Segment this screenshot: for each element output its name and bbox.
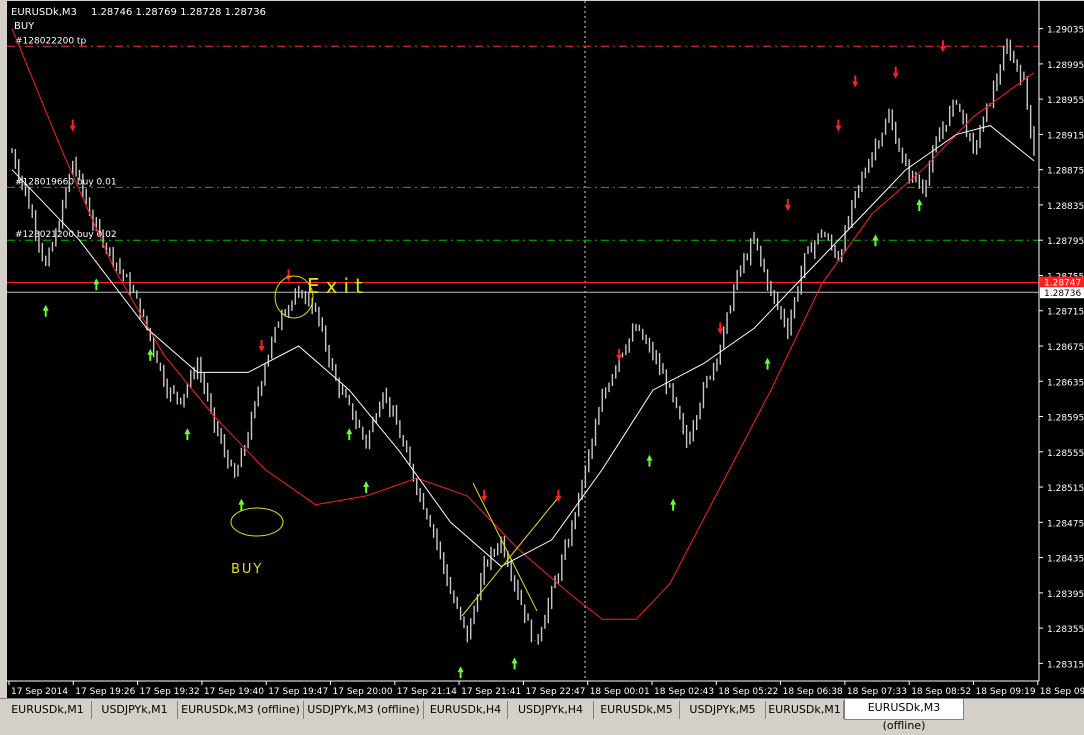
time-tick-label: 18 Sep 02:43 (654, 687, 714, 697)
price-tick-label: 1.28355 (1047, 625, 1084, 635)
price-tick-label: 1.28955 (1047, 96, 1084, 106)
tab-8[interactable]: EURUSDk,M1 (766, 701, 844, 719)
price-tick-label: 1.28555 (1047, 449, 1084, 459)
ohlc-readout: 1.28746 1.28769 1.28728 1.28736 (91, 7, 266, 18)
price-tick-label: 1.28515 (1047, 484, 1084, 494)
tab-6[interactable]: EURUSDk,M5 (594, 701, 680, 719)
time-tick-label: 17 Sep 19:26 (75, 687, 135, 697)
time-tick-label: 17 Sep 21:14 (397, 687, 457, 697)
tab-2[interactable]: EURUSDk,M3 (offline) (178, 701, 304, 719)
sell-arrow-icon (717, 322, 724, 335)
price-tick-label: 1.28315 (1047, 660, 1084, 670)
tab-7[interactable]: USDJPYk,M5 (680, 701, 766, 719)
time-tick-label: 18 Sep 00:01 (590, 687, 650, 697)
price-tick-label: 1.28595 (1047, 414, 1084, 424)
ask-price-label: 1.28747 (1044, 279, 1081, 289)
trend-line-up (461, 498, 558, 617)
tab-9[interactable]: EURUSDk,M3 (offline) (844, 699, 964, 732)
sell-arrow-icon (939, 40, 946, 53)
price-chart[interactable]: #128022200 tp #128019660 buy 0.01 #1280212… (7, 1, 1084, 698)
bid-price-label: 1.28736 (1044, 289, 1081, 299)
sell-arrow-icon (892, 66, 899, 79)
tab-1[interactable]: USDJPYk,M1 (92, 701, 178, 719)
buy-arrow-icon (646, 454, 653, 467)
buy-annotation: BUY (231, 562, 263, 577)
tab-0[interactable]: EURUSDk,M1 (4, 701, 92, 719)
sell-arrow-icon (784, 198, 791, 211)
price-tick-label: 1.28475 (1047, 519, 1084, 529)
time-tick-label: 18 Sep 06:38 (783, 687, 843, 697)
sell-arrow-icon (852, 75, 859, 88)
buy-arrow-icon (511, 657, 518, 670)
tab-3[interactable]: USDJPYk,M3 (offline) (304, 701, 424, 719)
buy-circle (230, 507, 284, 537)
sell-arrow-icon (69, 119, 76, 132)
price-tick-label: 1.28715 (1047, 308, 1084, 318)
order-line-label: #128019660 buy 0.01 (15, 177, 117, 187)
time-tick-label: 18 Sep 08:52 (911, 687, 971, 697)
ma-fast-white (11, 125, 1035, 568)
buy-arrow-icon (670, 498, 677, 511)
exit-annotation: Exit (307, 274, 369, 298)
buy-arrow-icon (346, 428, 353, 441)
buy-arrow-icon (184, 428, 191, 441)
price-tick-label: 1.28635 (1047, 378, 1084, 388)
time-tick-label: 17 Sep 20:00 (333, 687, 393, 697)
time-tick-label: 17 Sep 21:41 (461, 687, 521, 697)
price-tick-label: 1.29035 (1047, 26, 1084, 36)
buy-arrow-icon (93, 278, 100, 291)
time-tick-label: 18 Sep 09:2 (1040, 687, 1084, 697)
buy-arrow-icon (872, 234, 879, 247)
time-tick-label: 17 Sep 19:40 (204, 687, 264, 697)
price-tick-label: 1.28915 (1047, 131, 1084, 141)
sell-arrow-icon (835, 119, 842, 132)
buy-arrow-icon (238, 498, 245, 511)
tab-4[interactable]: EURUSDk,H4 (424, 701, 508, 719)
time-tick-label: 17 Sep 19:32 (140, 687, 200, 697)
chart-tabs: EURUSDk,M1 USDJPYk,M1 EURUSDk,M3 (offline)… (0, 698, 1084, 732)
price-tick-label: 1.28835 (1047, 202, 1084, 212)
price-tick-label: 1.28995 (1047, 61, 1084, 71)
buy-arrow-icon (363, 481, 370, 494)
tab-5[interactable]: USDJPYk,H4 (508, 701, 594, 719)
chart-title: EURUSDk,M3 (11, 7, 77, 18)
sell-arrow-icon (258, 340, 265, 352)
price-tick-label: 1.28675 (1047, 343, 1084, 353)
buy-arrow-icon (764, 357, 771, 370)
price-tick-label: 1.28795 (1047, 237, 1084, 247)
time-tick-label: 17 Sep 2014 (11, 687, 68, 697)
time-tick-label: 18 Sep 07:33 (847, 687, 907, 697)
signal-label: BUY (14, 21, 35, 32)
time-tick-label: 17 Sep 19:47 (268, 687, 328, 697)
trend-line-down (472, 482, 538, 612)
ma-slow-red (11, 28, 1035, 620)
time-tick-label: 18 Sep 09:19 (976, 687, 1036, 697)
sell-arrow-icon (616, 348, 623, 361)
price-tick-label: 1.28395 (1047, 590, 1084, 600)
mt4-window: #128022200 tp #128019660 buy 0.01 #1280212… (0, 0, 1084, 732)
chart-canvas[interactable]: #128022200 tp#128019660 buy 0.01#1280212… (7, 1, 1084, 698)
price-tick-label: 1.28435 (1047, 555, 1084, 565)
time-tick-label: 17 Sep 22:47 (525, 687, 585, 697)
buy-arrow-icon (916, 198, 923, 211)
buy-arrow-icon (457, 666, 464, 679)
time-tick-label: 18 Sep 05:22 (718, 687, 778, 697)
sell-arrow-icon (285, 269, 292, 282)
price-tick-label: 1.28875 (1047, 167, 1084, 177)
buy-arrow-icon (42, 304, 49, 317)
order-line-label: #128022200 tp (15, 36, 86, 46)
buy-arrow-icon (147, 348, 154, 361)
sell-arrow-icon (481, 489, 488, 502)
